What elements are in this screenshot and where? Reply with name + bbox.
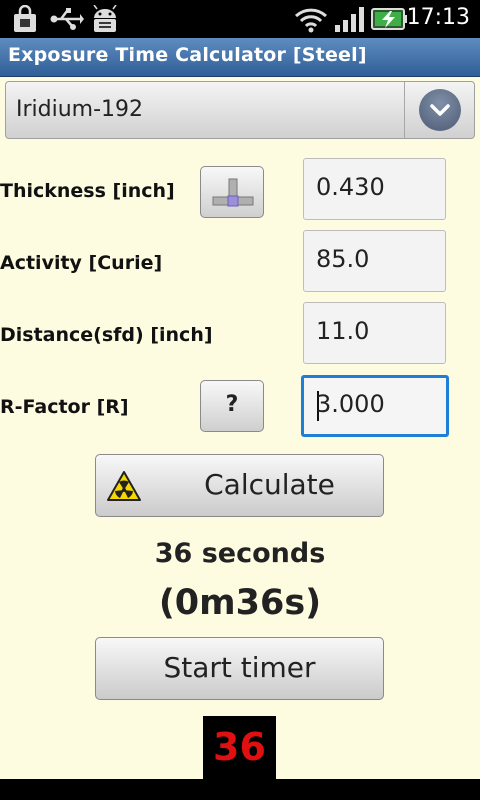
activity-value: 85.0 — [316, 245, 370, 273]
thickness-picker-button[interactable] — [200, 166, 264, 218]
result-seconds: 36 seconds — [154, 538, 326, 569]
battery-charging-icon — [371, 8, 407, 30]
wifi-icon — [294, 8, 328, 33]
bottom-bar — [0, 779, 480, 800]
android-debug-icon — [93, 5, 117, 32]
timer-countdown: 36 — [203, 716, 276, 780]
distance-label: Distance(sfd) [inch] — [0, 324, 213, 346]
shopping-bag-icon — [14, 5, 36, 32]
thickness-label: Thickness [inch] — [0, 180, 175, 202]
spinner-divider — [404, 82, 405, 138]
app-title: Exposure Time Calculator [Steel] — [8, 44, 367, 66]
chevron-down-icon[interactable] — [419, 89, 461, 131]
isotope-selected: Iridium-192 — [16, 97, 144, 122]
thickness-value: 0.430 — [316, 173, 385, 201]
distance-value: 11.0 — [316, 317, 370, 345]
activity-field[interactable]: 85.0 — [303, 230, 446, 292]
distance-field[interactable]: 11.0 — [303, 302, 446, 364]
rfactor-help-label: ? — [225, 392, 239, 417]
isotope-spinner[interactable]: Iridium-192 — [5, 81, 475, 139]
tee-joint-icon — [212, 178, 254, 207]
activity-label: Activity [Curie] — [0, 252, 163, 274]
status-bar: 17:13 — [0, 0, 480, 38]
calculate-label: Calculate — [204, 468, 335, 501]
start-timer-button[interactable]: Start timer — [95, 637, 384, 700]
usb-icon — [50, 8, 84, 30]
title-bar: Exposure Time Calculator [Steel] — [0, 38, 480, 77]
signal-icon — [335, 7, 364, 32]
rfactor-value: 3.000 — [316, 390, 385, 418]
thickness-field[interactable]: 0.430 — [303, 158, 446, 220]
rfactor-field[interactable]: 3.000 — [301, 375, 449, 437]
calculate-button[interactable]: Calculate — [95, 454, 384, 517]
rfactor-help-button[interactable]: ? — [200, 380, 264, 432]
rfactor-label: R-Factor [R] — [0, 396, 129, 418]
start-timer-label: Start timer — [163, 651, 316, 684]
timer-count: 36 — [213, 725, 266, 769]
status-time: 17:13 — [406, 5, 470, 30]
radiation-warning-icon — [107, 471, 141, 501]
result-formatted: (0m36s) — [158, 583, 322, 623]
